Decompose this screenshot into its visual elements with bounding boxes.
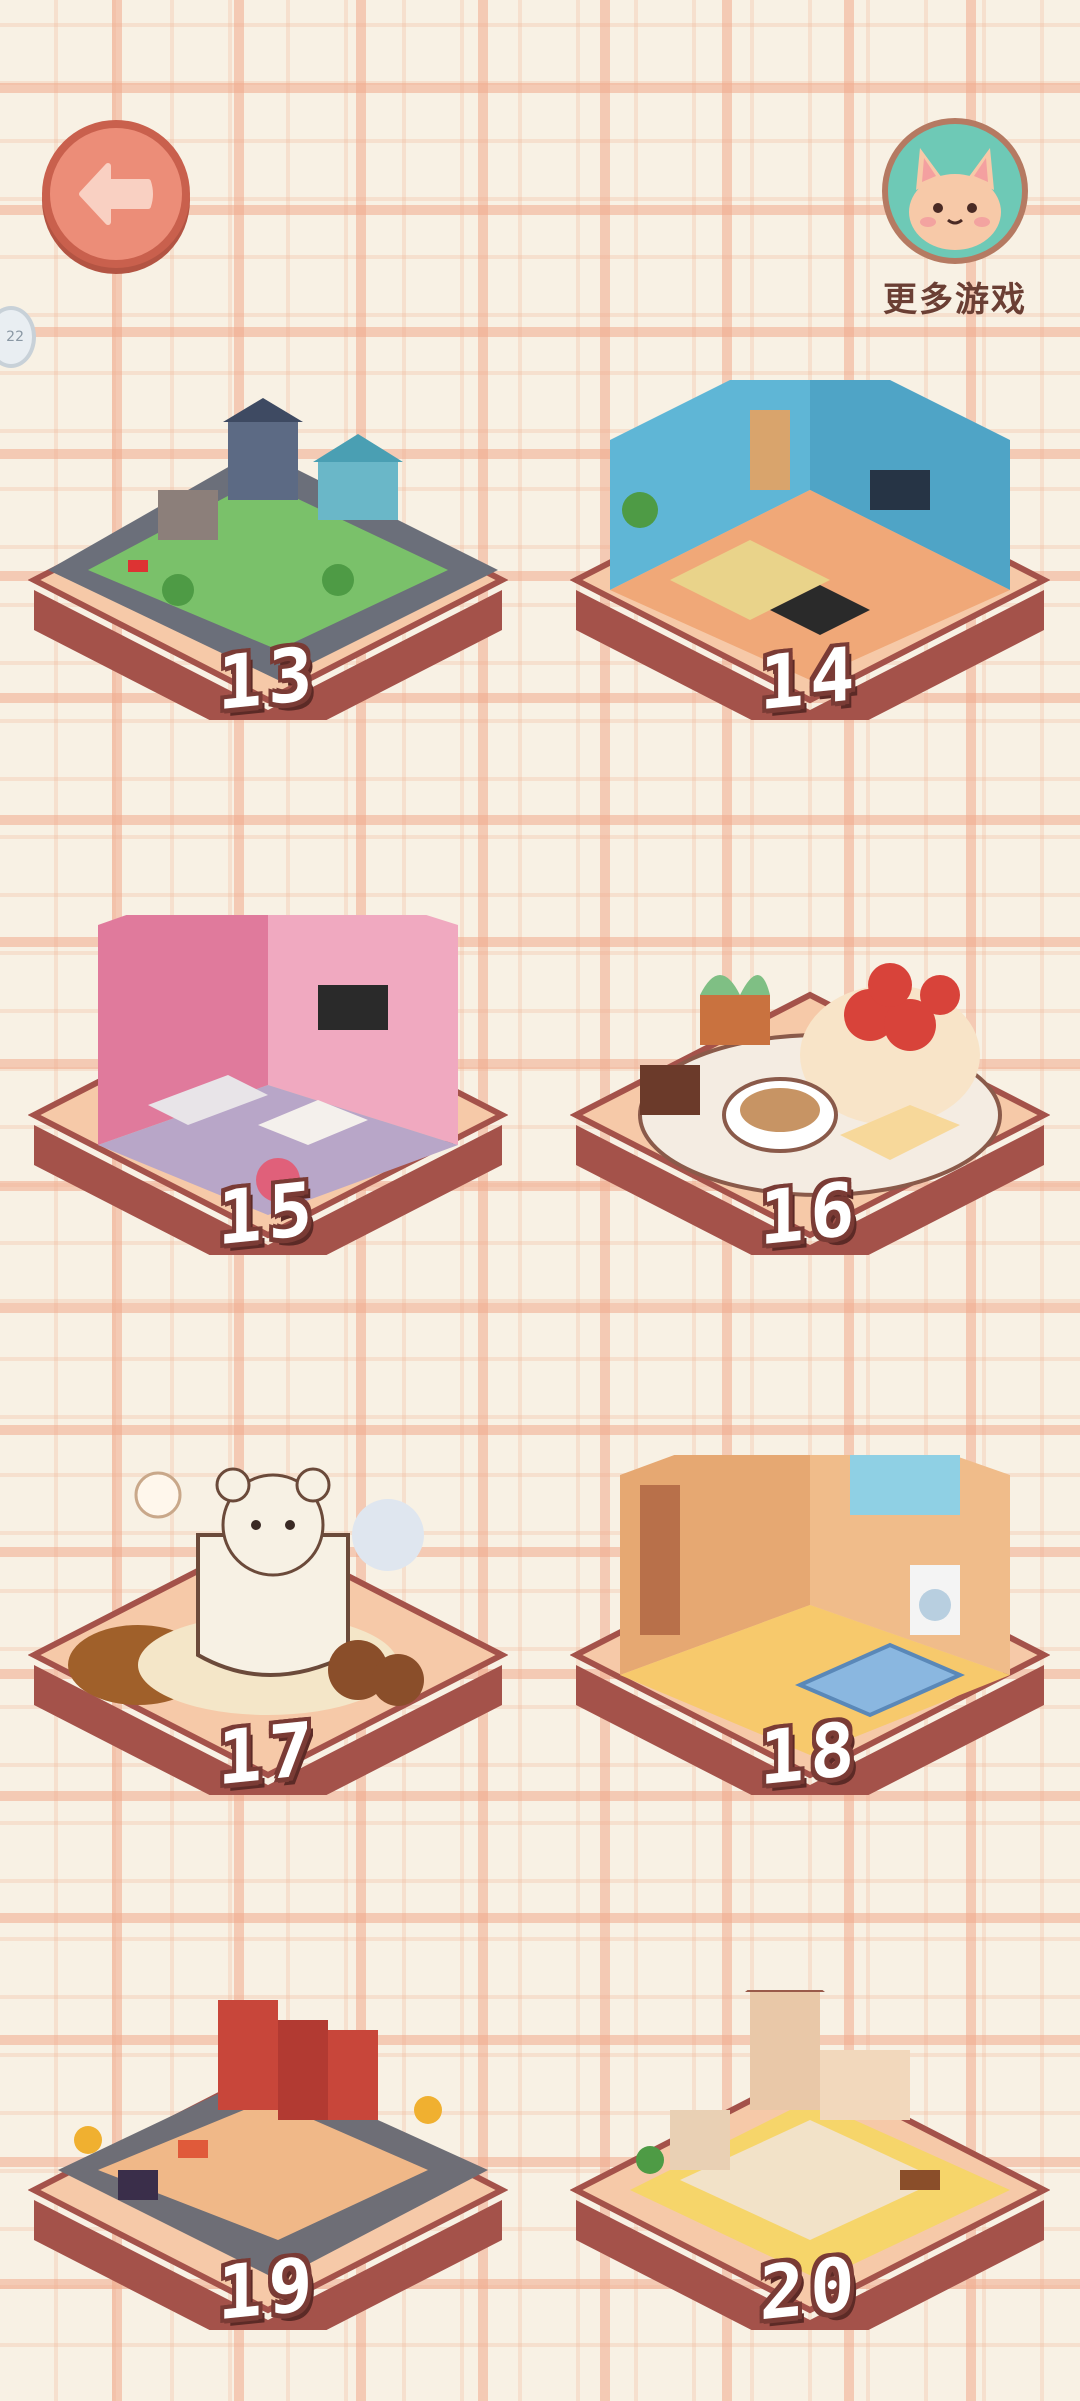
side-badge-label: 22: [6, 329, 24, 345]
back-arrow-icon: [79, 163, 153, 225]
level-16[interactable]: 16: [570, 915, 1050, 1262]
cat-avatar-icon: [882, 118, 1028, 264]
level-14[interactable]: 14: [570, 380, 1050, 727]
back-button[interactable]: [42, 120, 190, 268]
level-18[interactable]: 18: [570, 1455, 1050, 1802]
level-20[interactable]: 20: [570, 1990, 1050, 2337]
more-games-button[interactable]: 更多游戏: [870, 118, 1040, 321]
level-19[interactable]: 19: [28, 1990, 508, 2337]
level-17[interactable]: 17: [28, 1455, 508, 1802]
level-15[interactable]: 15: [28, 915, 508, 1262]
side-badge[interactable]: 22: [0, 306, 36, 368]
more-games-label: 更多游戏: [883, 280, 1027, 320]
level-13[interactable]: 13: [28, 380, 508, 727]
